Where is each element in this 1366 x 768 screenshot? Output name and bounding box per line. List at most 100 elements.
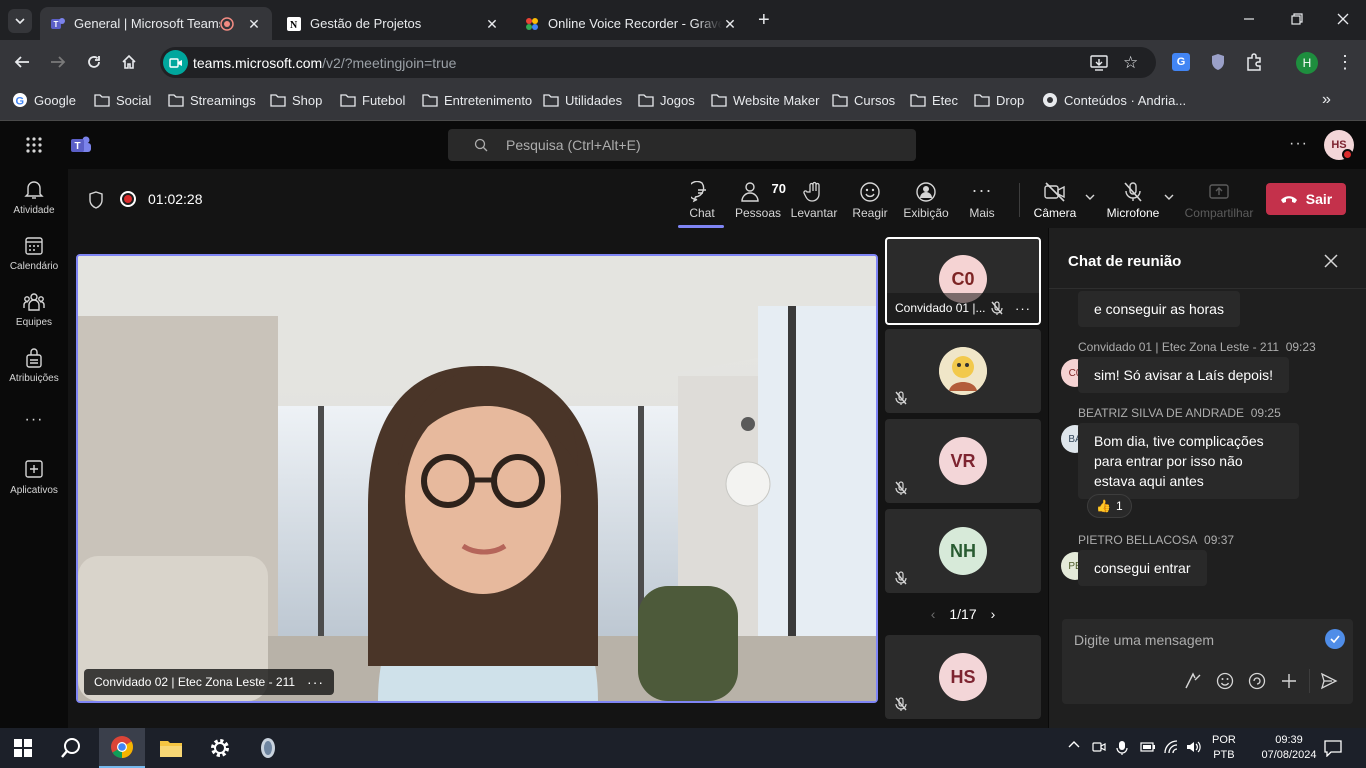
bookmark-star-icon[interactable]: ☆: [1123, 53, 1138, 73]
profile-avatar[interactable]: H: [1296, 52, 1318, 74]
bookmark-folder[interactable]: Social: [94, 85, 151, 115]
volume-icon[interactable]: [1186, 740, 1202, 754]
notion-favicon: N: [286, 16, 302, 32]
bookmark-folder[interactable]: Jogos: [638, 85, 695, 115]
bookmark-folder[interactable]: Entretenimento: [422, 85, 532, 115]
camera-button[interactable]: Câmera: [1026, 181, 1084, 220]
notifications-icon[interactable]: [1324, 739, 1342, 757]
view-button[interactable]: Exibição: [898, 181, 954, 220]
shield-extension-icon[interactable]: [1210, 53, 1226, 71]
language-code: POR: [1212, 734, 1236, 746]
microphone-options-chevron-icon[interactable]: [1164, 194, 1174, 200]
mic-off-icon: [895, 481, 907, 495]
raise-hand-button[interactable]: Levantar: [786, 181, 842, 220]
message-compose-box[interactable]: Digite uma mensagem: [1062, 619, 1353, 704]
reload-icon[interactable]: [86, 54, 102, 70]
forward-arrow-icon[interactable]: [50, 54, 66, 70]
chat-message: e conseguir as horas: [1078, 291, 1240, 327]
browser-menu-icon[interactable]: ⋮: [1336, 53, 1354, 71]
windows-start-icon[interactable]: [0, 728, 46, 768]
app-launcher-icon[interactable]: [26, 137, 42, 153]
self-view-tile[interactable]: HS: [885, 635, 1041, 719]
settings-gear-icon[interactable]: [197, 728, 243, 768]
search-icon[interactable]: [48, 728, 94, 768]
folder-icon: [974, 93, 990, 107]
bookmark-folder[interactable]: Shop: [270, 85, 322, 115]
site-info-icon[interactable]: [163, 50, 188, 75]
rail-item-calendar[interactable]: Calendário: [0, 235, 68, 272]
close-chat-icon[interactable]: [1324, 254, 1338, 268]
restore-window-icon[interactable]: [1290, 12, 1304, 26]
bookmark-folder[interactable]: Drop: [974, 85, 1024, 115]
close-tab-icon[interactable]: ✕: [246, 16, 262, 32]
bookmark-folder[interactable]: Utilidades: [543, 85, 622, 115]
chevron-right-icon[interactable]: ›: [991, 606, 996, 622]
participant-tile[interactable]: VR: [885, 419, 1041, 503]
react-button[interactable]: Reagir: [842, 181, 898, 220]
send-icon[interactable]: [1320, 672, 1338, 690]
camera-options-chevron-icon[interactable]: [1085, 194, 1095, 200]
tab-teams[interactable]: T General | Microsoft Teams ✕: [40, 7, 272, 40]
chrome-taskbar-icon[interactable]: [99, 728, 145, 768]
bookmark-conteudos[interactable]: Conteúdos · Andria...: [1042, 85, 1186, 115]
minimize-window-icon[interactable]: [1242, 12, 1256, 26]
rail-more-icon[interactable]: ···: [0, 411, 68, 429]
home-icon[interactable]: [121, 54, 137, 70]
rail-item-apps[interactable]: Aplicativos: [0, 459, 68, 496]
bookmark-folder[interactable]: Streamings: [168, 85, 256, 115]
bookmark-folder[interactable]: Cursos: [832, 85, 895, 115]
search-input[interactable]: Pesquisa (Ctrl+Alt+E): [448, 129, 916, 161]
tab-gestao[interactable]: N Gestão de Projetos ✕: [276, 7, 510, 40]
reaction-pill[interactable]: 👍 1: [1087, 494, 1132, 518]
more-button[interactable]: ··· Mais: [954, 181, 1010, 220]
participant-tile[interactable]: [885, 329, 1041, 413]
system-clock[interactable]: 09:39 07/08/2024: [1254, 733, 1324, 763]
tile-options-icon[interactable]: ···: [1015, 301, 1031, 316]
bookmark-folder[interactable]: Etec: [910, 85, 958, 115]
address-bar[interactable]: teams.microsoft.com/v2/?meetingjoin=true…: [160, 47, 1156, 78]
emoji-icon[interactable]: [1216, 672, 1234, 690]
raise-label: Levantar: [790, 206, 838, 220]
wifi-icon[interactable]: [1164, 740, 1180, 754]
tab-voice-recorder[interactable]: Online Voice Recorder - Grave o ✕: [514, 7, 748, 40]
hang-up-icon: [1280, 196, 1297, 203]
message-input[interactable]: Digite uma mensagem: [1074, 632, 1214, 648]
meeting-info-shield-icon[interactable]: [88, 191, 104, 209]
share-button[interactable]: Compartilhar: [1184, 181, 1254, 220]
rail-item-assignments[interactable]: Atribuições: [0, 347, 68, 384]
translate-extension-icon[interactable]: G: [1172, 53, 1190, 71]
chevron-left-icon[interactable]: ‹: [931, 606, 936, 622]
format-text-icon[interactable]: [1184, 672, 1202, 690]
bookmark-google[interactable]: G Google: [12, 85, 76, 115]
show-hidden-icons-icon[interactable]: [1068, 740, 1080, 748]
new-tab-button[interactable]: +: [758, 10, 770, 30]
file-explorer-icon[interactable]: [148, 728, 194, 768]
leave-button[interactable]: Sair: [1266, 183, 1346, 215]
compose-divider: [1309, 669, 1310, 693]
microphone-button[interactable]: Microfone: [1104, 181, 1162, 220]
close-window-icon[interactable]: [1336, 12, 1350, 26]
participant-tile[interactable]: NH: [885, 509, 1041, 593]
extensions-puzzle-icon[interactable]: [1245, 53, 1263, 71]
rail-item-teams[interactable]: Equipes: [0, 291, 68, 328]
input-language[interactable]: POR PTB: [1212, 733, 1236, 763]
presence-busy-badge: [1342, 149, 1353, 160]
participant-tile[interactable]: C0 Convidado 01 |... ···: [885, 237, 1041, 325]
tab-search-button[interactable]: [8, 9, 32, 33]
close-tab-icon[interactable]: ✕: [484, 16, 500, 32]
close-tab-icon[interactable]: ✕: [722, 16, 738, 32]
add-attachment-icon[interactable]: [1280, 672, 1298, 690]
people-button[interactable]: 70 Pessoas: [730, 181, 786, 220]
check-icon[interactable]: [1325, 629, 1345, 649]
rail-item-activity[interactable]: Atividade: [0, 179, 68, 216]
bookmark-folder[interactable]: Futebol: [340, 85, 405, 115]
back-arrow-icon[interactable]: [14, 54, 30, 70]
loop-component-icon[interactable]: [1248, 672, 1266, 690]
more-bookmarks-icon[interactable]: »: [1322, 85, 1331, 115]
participant-options-icon[interactable]: ···: [307, 674, 324, 690]
bookmark-folder[interactable]: Website Maker: [711, 85, 819, 115]
install-app-icon[interactable]: [1090, 54, 1108, 72]
settings-more-icon[interactable]: ···: [1289, 135, 1308, 153]
app-taskbar-icon[interactable]: [245, 728, 291, 768]
chat-button[interactable]: Chat: [674, 181, 730, 228]
